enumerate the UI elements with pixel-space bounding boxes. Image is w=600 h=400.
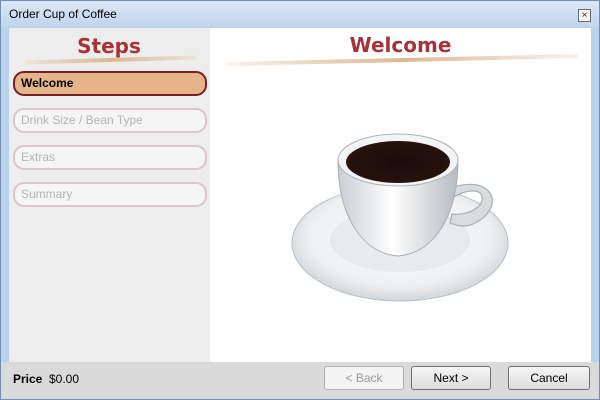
close-icon[interactable]: ×	[578, 9, 591, 22]
price-value: $0.00	[49, 372, 80, 386]
main-panel: Welcome	[210, 28, 591, 362]
footer-bar: Price $0.00 < Back Next > Cancel	[1, 362, 599, 399]
page-title: Welcome	[349, 33, 452, 57]
steps-title: Steps	[77, 34, 141, 58]
window-title: Order Cup of Coffee	[9, 7, 117, 21]
steps-sidebar: Steps Welcome Drink Size / Bean Type Ext…	[9, 28, 209, 362]
price-label: Price	[13, 372, 43, 386]
wizard-window: Order Cup of Coffee × Steps Welcome Drin…	[0, 0, 600, 400]
client-area: Steps Welcome Drink Size / Bean Type Ext…	[9, 28, 591, 362]
step-extras[interactable]: Extras	[13, 145, 207, 170]
coffee-surface-shape	[346, 141, 450, 183]
cancel-button[interactable]: Cancel	[508, 366, 590, 390]
step-drink-size-bean-type[interactable]: Drink Size / Bean Type	[13, 108, 207, 133]
coffee-cup-image	[291, 133, 509, 302]
back-button[interactable]: < Back	[324, 366, 404, 390]
step-summary[interactable]: Summary	[13, 182, 207, 207]
next-button[interactable]: Next >	[411, 366, 491, 390]
title-bar[interactable]: Order Cup of Coffee ×	[1, 1, 599, 27]
step-welcome[interactable]: Welcome	[13, 71, 207, 96]
